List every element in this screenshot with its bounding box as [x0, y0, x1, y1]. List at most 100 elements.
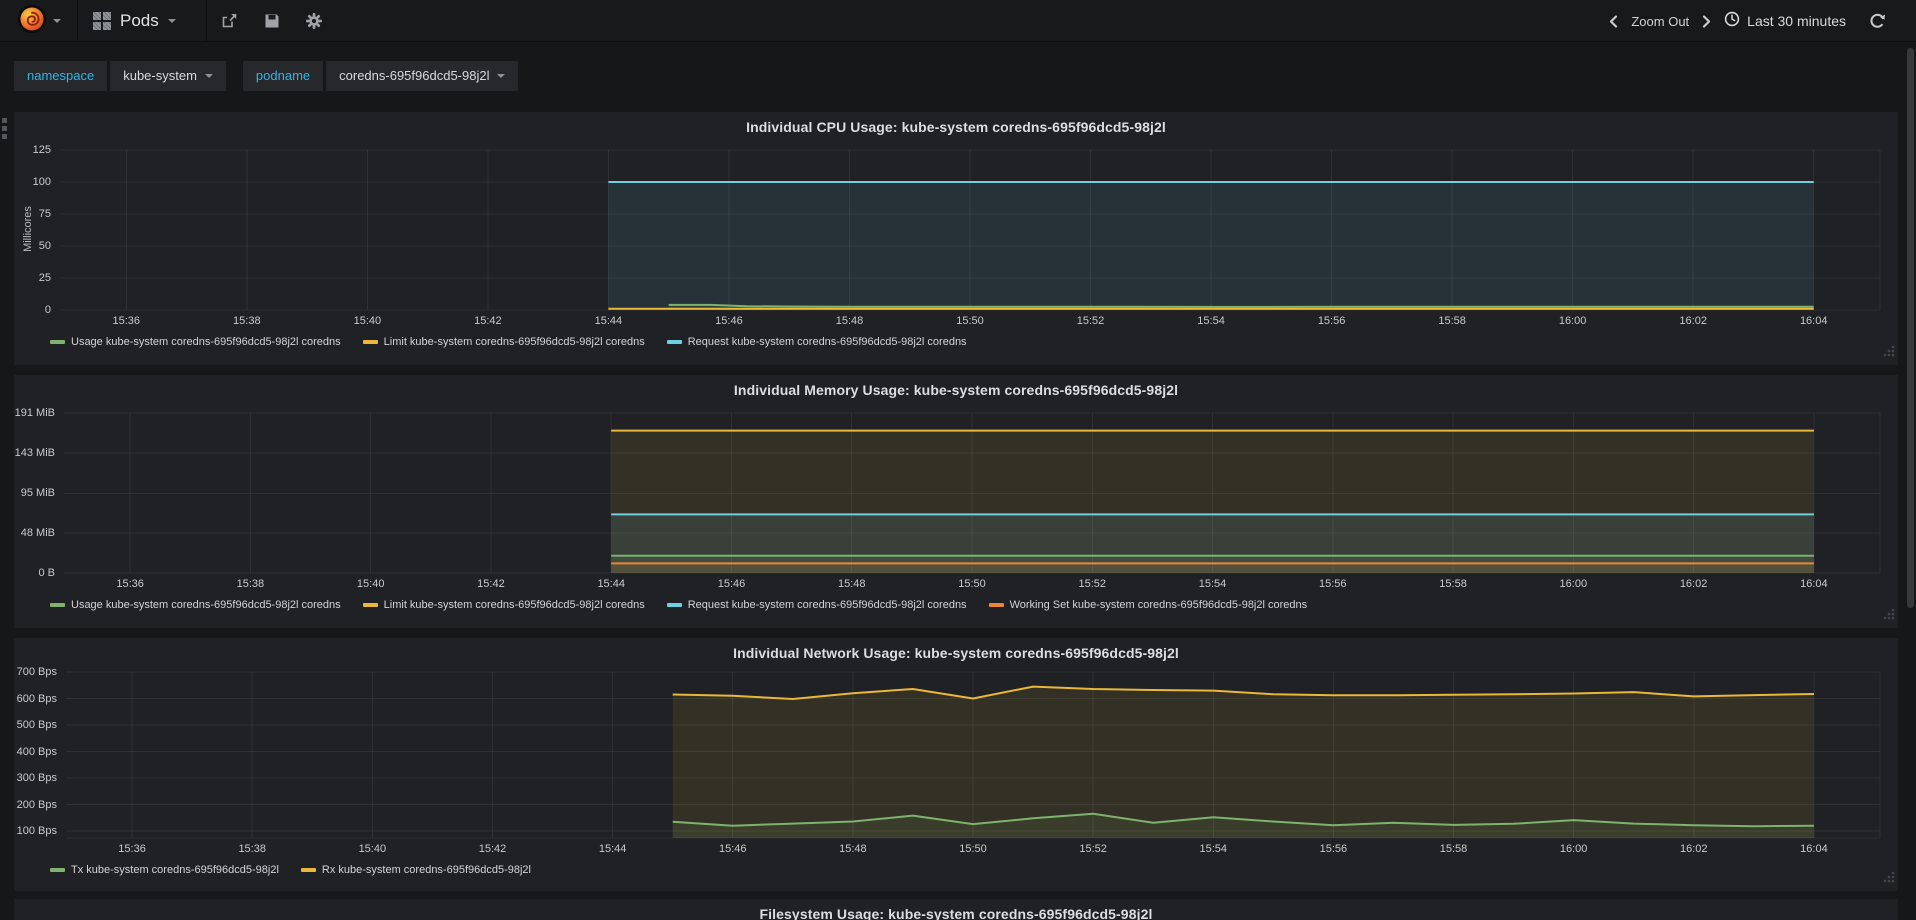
x-tick-label: 15:58 [1438, 315, 1466, 327]
share-icon[interactable] [221, 13, 238, 29]
legend-series-color [666, 340, 682, 344]
chart-canvas[interactable] [14, 112, 1898, 365]
variable-value-namespace[interactable]: kube-system [110, 61, 226, 91]
legend-item[interactable]: Request kube-system coredns-695f96dcd5-9… [666, 336, 967, 348]
x-tick-label: 15:48 [837, 578, 866, 590]
chart-legend: Usage kube-system coredns-695f96dcd5-98j… [50, 336, 967, 348]
legend-item[interactable]: Rx kube-system coredns-695f96dcd5-98j2l [300, 864, 531, 876]
y-tick-label: 125 [32, 144, 51, 156]
save-icon[interactable] [264, 13, 280, 29]
legend-series-color [666, 603, 682, 607]
grafana-logo-icon [17, 4, 47, 39]
y-tick-label: 200 Bps [16, 798, 57, 811]
chart-canvas[interactable] [14, 375, 1898, 628]
legend-item[interactable]: Request kube-system coredns-695f96dcd5-9… [666, 599, 967, 611]
panel-resize-handle[interactable] [1883, 344, 1895, 362]
x-tick-label: 15:54 [1198, 578, 1227, 590]
legend-item[interactable]: Usage kube-system coredns-695f96dcd5-98j… [50, 599, 341, 611]
series-fill [608, 182, 1814, 310]
legend-series-label: Limit kube-system coredns-695f96dcd5-98j… [383, 599, 645, 611]
zoom-out-button[interactable]: Zoom Out [1631, 14, 1689, 29]
y-axis-title: Millicores [22, 206, 34, 252]
variable-value-podname[interactable]: coredns-695f96dcd5-98j2l [326, 61, 519, 91]
legend-item[interactable]: Tx kube-system coredns-695f96dcd5-98j2l [50, 864, 279, 876]
panel-resize-handle[interactable] [1883, 870, 1895, 888]
chevron-down-icon [52, 19, 61, 23]
panel-resize-handle[interactable] [1883, 607, 1895, 625]
x-tick-label: 15:48 [835, 315, 864, 327]
panel-network-usage: Individual Network Usage: kube-system co… [14, 638, 1898, 891]
x-tick-label: 16:02 [1679, 578, 1708, 590]
x-tick-label: 15:54 [1199, 843, 1228, 855]
legend-series-color [362, 603, 378, 607]
x-tick-label: 16:02 [1680, 843, 1708, 855]
navbar-actions [207, 0, 322, 42]
x-tick-label: 16:00 [1559, 843, 1588, 855]
x-tick-label: 15:44 [598, 843, 627, 855]
legend-series-label: Usage kube-system coredns-695f96dcd5-98j… [71, 336, 341, 348]
legend-series-color [300, 868, 316, 872]
x-tick-label: 15:46 [717, 578, 746, 590]
panel-memory-usage: Individual Memory Usage: kube-system cor… [14, 375, 1898, 628]
y-tick-label: 48 MiB [20, 526, 55, 539]
clock-icon [1724, 11, 1740, 32]
cpu-usage-chart: 0 25 50 75 100 125 15:36 15:38 15:40 15:42 15:44 15… [14, 112, 1898, 365]
x-tick-label: 15:36 [112, 315, 141, 327]
y-tick-label: 700 Bps [16, 666, 57, 678]
time-range-label: Last 30 minutes [1747, 13, 1846, 29]
y-tick-label: 100 Bps [16, 825, 57, 837]
gear-icon[interactable] [306, 13, 322, 29]
series-fill [672, 686, 1814, 838]
x-tick-label: 15:36 [116, 578, 144, 590]
legend-item[interactable]: Limit kube-system coredns-695f96dcd5-98j… [362, 336, 645, 348]
x-tick-label: 15:44 [594, 315, 623, 327]
y-tick-label: 300 Bps [16, 772, 57, 784]
row-drag-handle[interactable] [2, 118, 10, 139]
time-picker-button[interactable]: Last 30 minutes [1724, 11, 1846, 32]
legend-series-label: Limit kube-system coredns-695f96dcd5-98j… [383, 336, 645, 348]
x-tick-label: 15:52 [1076, 315, 1105, 327]
chevron-down-icon [204, 74, 213, 78]
time-controls: Zoom Out Last 30 minutes [1609, 0, 1886, 42]
x-tick-label: 16:00 [1559, 578, 1588, 590]
x-tick-label: 15:40 [356, 578, 385, 590]
chart-legend: Usage kube-system coredns-695f96dcd5-98j… [50, 599, 1307, 611]
x-tick-label: 15:40 [353, 315, 382, 327]
y-tick-label: 143 MiB [14, 447, 55, 460]
x-tick-label: 15:40 [358, 843, 387, 855]
series-fill [611, 563, 1814, 573]
y-tick-label: 500 Bps [16, 719, 57, 731]
panel-cpu-usage: Individual CPU Usage: kube-system coredn… [14, 112, 1898, 365]
x-tick-label: 15:50 [956, 315, 984, 327]
grafana-menu-button[interactable] [0, 0, 78, 42]
network-usage-chart: 100 Bps 200 Bps 300 Bps 400 Bps 500 Bps 600 B… [14, 638, 1898, 891]
x-tick-label: 15:38 [236, 578, 265, 590]
legend-series-color [362, 340, 378, 344]
dashboard-picker[interactable]: Pods [79, 0, 207, 42]
variable-value-text: kube-system [123, 68, 197, 83]
legend-item[interactable]: Usage kube-system coredns-695f96dcd5-98j… [50, 336, 341, 348]
legend-series-label: Request kube-system coredns-695f96dcd5-9… [687, 599, 967, 611]
refresh-icon[interactable] [1869, 13, 1886, 29]
legend-series-color [50, 868, 65, 872]
x-tick-label: 15:42 [478, 843, 507, 855]
chevron-left-icon[interactable] [1609, 14, 1618, 28]
navbar: Pods Zoom Out Last 30 minutes [0, 0, 1916, 42]
panel-filesystem-usage: Filesystem Usage: kube-system coredns-69… [14, 899, 1898, 920]
x-tick-label: 16:02 [1679, 315, 1707, 327]
x-tick-label: 16:04 [1800, 843, 1828, 855]
chevron-right-icon[interactable] [1702, 14, 1711, 28]
x-tick-label: 16:04 [1799, 315, 1828, 327]
variable-value-text: coredns-695f96dcd5-98j2l [339, 68, 490, 83]
dashboard-title: Pods [120, 11, 159, 30]
x-tick-label: 15:54 [1197, 315, 1225, 327]
scrollbar-thumb[interactable] [1907, 48, 1914, 608]
x-tick-label: 16:04 [1800, 578, 1828, 590]
legend-item[interactable]: Working Set kube-system coredns-695f96dc… [988, 599, 1307, 611]
legend-series-label: Request kube-system coredns-695f96dcd5-9… [687, 336, 967, 348]
variable-label-podname: podname [242, 61, 324, 91]
x-tick-label: 15:58 [1439, 578, 1467, 590]
legend-item[interactable]: Limit kube-system coredns-695f96dcd5-98j… [362, 599, 645, 611]
panel-title[interactable]: Filesystem Usage: kube-system coredns-69… [14, 906, 1898, 920]
variable-label-namespace: namespace [14, 61, 108, 91]
